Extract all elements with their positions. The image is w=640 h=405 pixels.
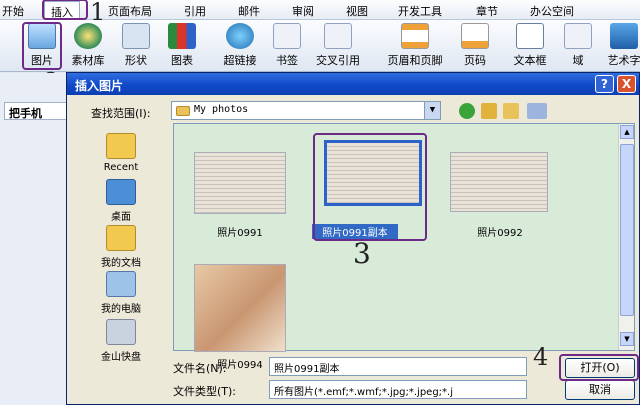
computer-icon — [106, 271, 136, 297]
bookmark-label: 书签 — [276, 54, 298, 67]
ribbon-toolbar: 图片 素材库 形状 图表 超链接 书签 交叉引用 页眉和页脚 页码 文本框 域 — [0, 20, 640, 72]
dialog-title: 插入图片 — [75, 79, 124, 93]
place-kuaipan[interactable]: 金山快盘 — [71, 319, 171, 363]
insert-picture-dialog: 插入图片 ? X 查找范围(I): My photos ▼ Recent 桌面 … — [66, 72, 640, 405]
shapes-icon — [122, 23, 150, 49]
folder-icon — [176, 106, 190, 116]
header-footer-button[interactable]: 页眉和页脚 — [382, 23, 448, 68]
scroll-thumb[interactable] — [620, 144, 634, 316]
help-button[interactable]: ? — [595, 75, 614, 93]
text-box-icon — [516, 23, 544, 49]
page-number-button[interactable]: 页码 — [458, 23, 492, 68]
scroll-down-arrow[interactable]: ▼ — [620, 332, 634, 346]
menu-view[interactable]: 视图 — [346, 3, 368, 19]
star-icon — [74, 23, 102, 49]
filetype-dropdown[interactable]: 所有图片(*.emf;*.wmf;*.jpg;*.jpeg;*.j — [269, 380, 527, 399]
place-my-computer[interactable]: 我的电脑 — [71, 271, 171, 315]
menu-page-layout[interactable]: 页面布局 — [108, 3, 152, 19]
place-my-documents-label: 我的文档 — [101, 258, 141, 269]
cancel-button[interactable]: 取消 — [565, 380, 635, 400]
look-in-value: My photos — [194, 104, 249, 115]
file-label[interactable]: 照片0992 — [440, 224, 560, 239]
look-in-label: 查找范围(I): — [91, 107, 151, 120]
field-button[interactable]: 域 — [564, 23, 592, 68]
place-desktop[interactable]: 桌面 — [71, 179, 171, 223]
place-desktop-label: 桌面 — [111, 212, 131, 223]
menu-section[interactable]: 章节 — [476, 3, 498, 19]
menu-office-space[interactable]: 办公空间 — [530, 3, 574, 19]
text-box-button[interactable]: 文本框 — [508, 23, 552, 68]
up-folder-icon[interactable] — [481, 103, 497, 119]
bookmark-icon — [273, 23, 301, 49]
chevron-down-icon[interactable]: ▼ — [424, 102, 440, 119]
filename-label: 文件名(N): — [173, 362, 227, 375]
globe-icon — [226, 23, 254, 49]
chart-button[interactable]: 图表 — [164, 23, 200, 68]
material-library-label: 素材库 — [71, 54, 105, 67]
shapes-button[interactable]: 形状 — [118, 23, 154, 68]
page-number-icon — [461, 23, 489, 49]
cross-reference-icon — [324, 23, 352, 49]
page-number-label: 页码 — [464, 54, 486, 67]
cloud-drive-icon — [106, 319, 136, 345]
shapes-label: 形状 — [125, 54, 147, 67]
place-recent-label: Recent — [103, 162, 139, 173]
step-number-1: 1 — [90, 0, 106, 26]
field-label: 域 — [572, 54, 584, 67]
highlight-selected-file — [313, 133, 427, 241]
place-kuaipan-label: 金山快盘 — [101, 352, 141, 363]
header-footer-label: 页眉和页脚 — [387, 54, 443, 67]
file-thumbnail[interactable] — [450, 152, 548, 212]
bookmark-button[interactable]: 书签 — [270, 23, 304, 68]
hyperlink-button[interactable]: 超链接 — [218, 23, 262, 68]
highlight-insert-menu — [42, 0, 88, 20]
my-documents-icon — [106, 225, 136, 251]
new-folder-icon[interactable] — [503, 103, 519, 119]
menu-developer[interactable]: 开发工具 — [398, 3, 442, 19]
filename-input[interactable]: 照片0991副本 — [269, 357, 527, 376]
material-library-button[interactable]: 素材库 — [68, 23, 108, 68]
bar-chart-icon — [168, 23, 196, 49]
step-number-4: 4 — [533, 343, 549, 371]
place-my-documents[interactable]: 我的文档 — [71, 225, 171, 269]
file-label[interactable]: 照片0991 — [180, 224, 300, 239]
place-recent[interactable]: Recent — [71, 133, 171, 173]
filetype-label: 文件类型(T): — [173, 385, 237, 398]
place-my-computer-label: 我的电脑 — [101, 304, 141, 315]
cross-reference-label: 交叉引用 — [316, 54, 360, 67]
header-footer-icon — [401, 23, 429, 49]
highlight-open-button — [559, 354, 639, 381]
word-art-button[interactable]: 艺术字 — [604, 23, 640, 68]
view-menu-icon[interactable] — [527, 103, 547, 119]
document-sidebar — [0, 73, 70, 405]
menu-home[interactable]: 开始 — [2, 3, 24, 19]
menu-mailings[interactable]: 邮件 — [238, 3, 260, 19]
word-art-icon — [610, 23, 638, 49]
word-art-label: 艺术字 — [607, 54, 640, 67]
chart-label: 图表 — [171, 54, 193, 67]
file-thumbnail[interactable] — [194, 264, 286, 352]
menu-references[interactable]: 引用 — [184, 3, 206, 19]
close-button[interactable]: X — [617, 75, 636, 93]
file-thumbnail[interactable] — [194, 152, 286, 214]
look-in-dropdown[interactable]: My photos ▼ — [171, 101, 441, 120]
document-tab[interactable]: 把手机 — [4, 102, 68, 120]
field-icon — [564, 23, 592, 49]
hyperlink-label: 超链接 — [223, 54, 257, 67]
places-bar: Recent 桌面 我的文档 我的电脑 金山快盘 — [71, 125, 171, 363]
text-box-label: 文本框 — [513, 54, 547, 67]
step-number-3: 3 — [353, 237, 371, 270]
highlight-picture-button — [22, 22, 62, 70]
menu-review[interactable]: 审阅 — [292, 3, 314, 19]
desktop-icon — [106, 179, 136, 205]
cross-reference-button[interactable]: 交叉引用 — [312, 23, 364, 68]
recent-folder-icon — [106, 133, 136, 159]
vertical-scrollbar[interactable]: ▲ ▼ — [618, 124, 634, 350]
dialog-titlebar: 插入图片 ? X — [67, 73, 639, 95]
scroll-up-arrow[interactable]: ▲ — [620, 125, 634, 139]
back-icon[interactable] — [459, 103, 475, 119]
